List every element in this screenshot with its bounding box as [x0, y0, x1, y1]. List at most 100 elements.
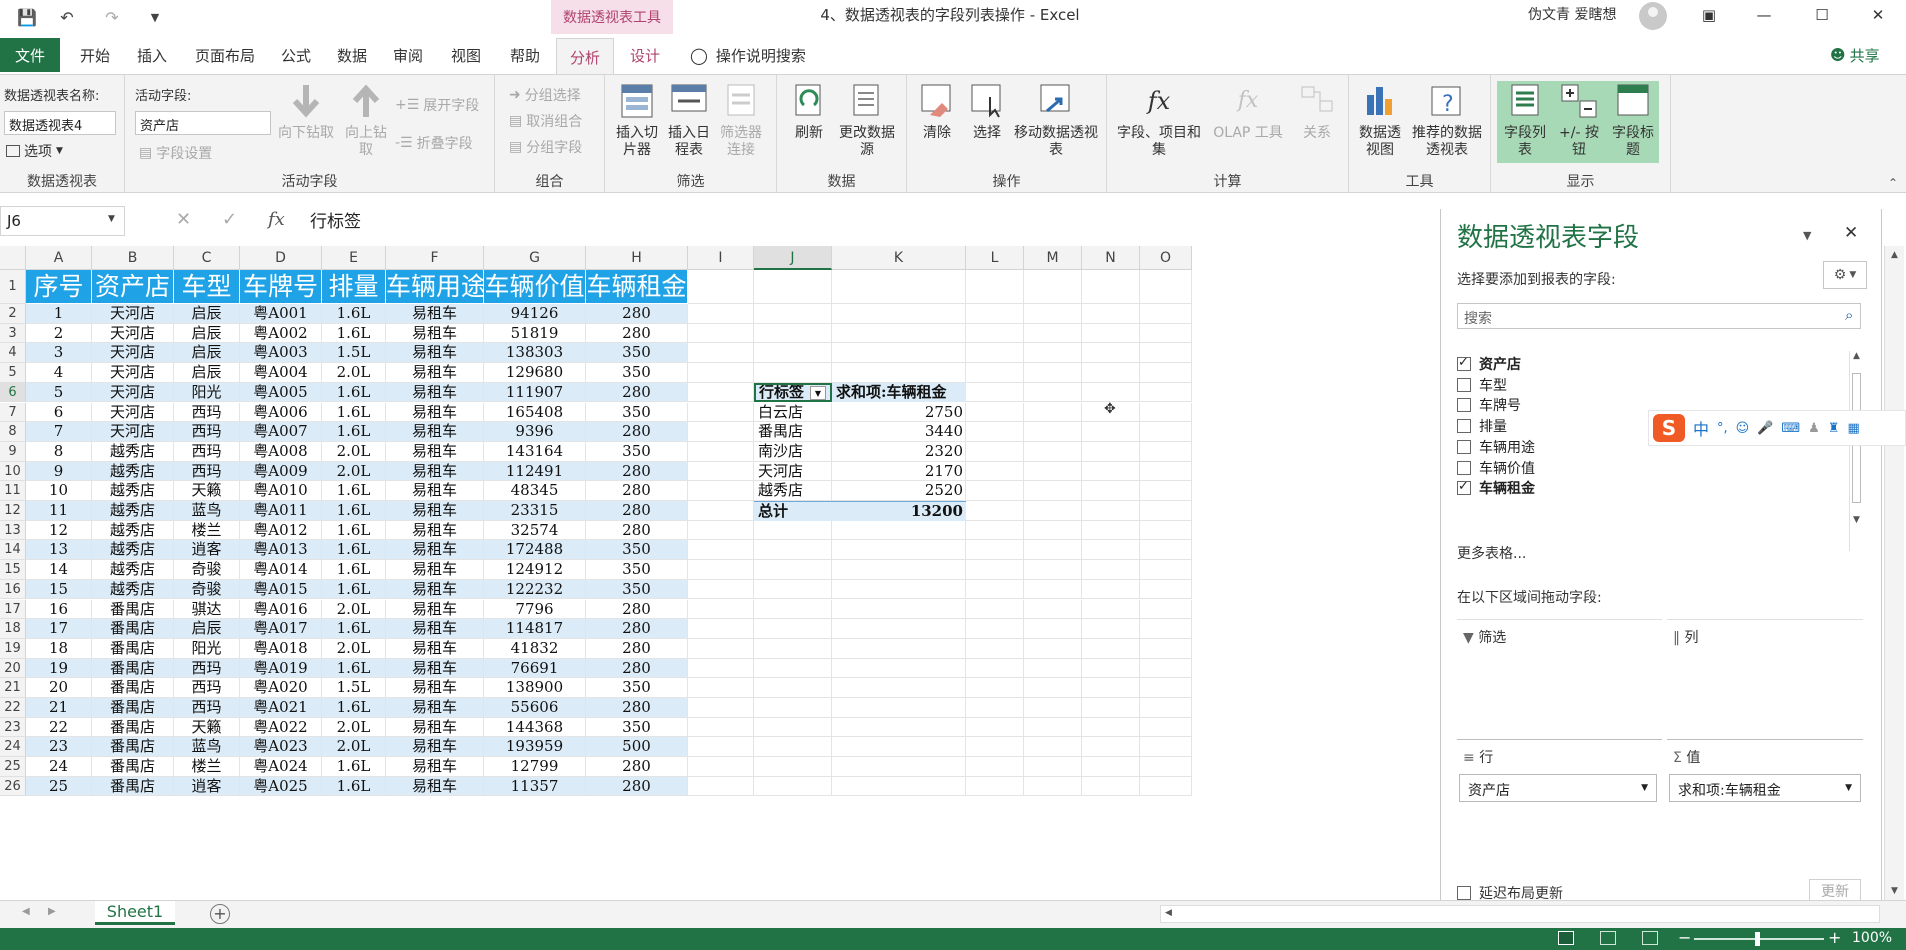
row-header[interactable]: 24 — [0, 737, 26, 758]
table-cell[interactable]: 易租车 — [386, 422, 484, 442]
table-cell[interactable]: 启辰 — [174, 323, 240, 344]
table-cell[interactable]: 1.6L — [322, 323, 386, 344]
table-cell[interactable]: 23315 — [484, 501, 586, 521]
field-list-button[interactable]: 字段列表 — [1501, 81, 1549, 159]
table-cell[interactable]: 启辰 — [174, 619, 240, 639]
table-cell[interactable]: 越秀店 — [92, 441, 174, 462]
empty-cell[interactable] — [1082, 343, 1140, 364]
empty-cell[interactable] — [966, 579, 1024, 600]
column-header[interactable]: C — [174, 246, 240, 270]
table-cell[interactable]: 1.6L — [322, 579, 386, 600]
table-cell[interactable]: 越秀店 — [92, 520, 174, 541]
empty-cell[interactable] — [1024, 461, 1082, 482]
row-header[interactable]: 20 — [0, 658, 26, 679]
chevron-down-icon[interactable]: ▼ — [1641, 783, 1648, 793]
table-cell[interactable]: 1.6L — [322, 501, 386, 521]
tab-home[interactable]: 开始 — [68, 38, 122, 72]
table-cell[interactable]: 粤A013 — [240, 540, 322, 561]
zoom-out-icon[interactable]: − — [1678, 928, 1691, 947]
prev-sheet-icon[interactable]: ◀ — [22, 906, 30, 917]
table-cell[interactable]: 4 — [26, 363, 92, 383]
table-cell[interactable]: 18 — [26, 638, 92, 659]
table-cell[interactable]: 易租车 — [386, 363, 484, 383]
table-cell[interactable]: 55606 — [484, 698, 586, 718]
empty-cell[interactable] — [966, 343, 1024, 364]
table-cell[interactable]: 1.6L — [322, 382, 386, 403]
table-cell[interactable]: 番禺店 — [92, 658, 174, 679]
defer-checkbox-box[interactable] — [1457, 886, 1471, 900]
empty-cell[interactable] — [1024, 619, 1082, 639]
field-item-6[interactable]: 车辆租金 — [1457, 477, 1535, 499]
empty-cell[interactable] — [1082, 638, 1140, 659]
empty-cell[interactable] — [1140, 698, 1192, 718]
table-cell[interactable]: 西玛 — [174, 402, 240, 423]
row-header[interactable]: 4 — [0, 343, 26, 364]
table-cell[interactable]: 5 — [26, 382, 92, 403]
row-header[interactable]: 16 — [0, 579, 26, 600]
empty-cell[interactable] — [966, 540, 1024, 561]
column-header[interactable]: M — [1024, 246, 1082, 270]
empty-cell[interactable] — [754, 560, 832, 580]
table-cell[interactable]: 112491 — [484, 461, 586, 482]
row-header[interactable]: 26 — [0, 776, 26, 797]
empty-cell[interactable] — [688, 481, 754, 501]
share-button[interactable]: ☻ 共享 — [1830, 40, 1880, 70]
empty-cell[interactable] — [832, 343, 966, 364]
empty-cell[interactable] — [688, 422, 754, 442]
table-cell[interactable]: 天河店 — [92, 363, 174, 383]
options-button[interactable]: 选项 ▼ — [6, 141, 63, 161]
formula-input[interactable]: 行标签 — [310, 207, 361, 232]
table-cell[interactable]: 天籁 — [174, 717, 240, 738]
table-cell[interactable]: 280 — [586, 323, 688, 344]
column-header[interactable]: K — [832, 246, 966, 270]
empty-cell[interactable] — [688, 270, 754, 304]
table-cell[interactable]: 易租车 — [386, 560, 484, 580]
empty-cell[interactable] — [688, 304, 754, 324]
empty-cell[interactable] — [688, 441, 754, 462]
row-header[interactable]: 19 — [0, 638, 26, 659]
empty-cell[interactable] — [966, 658, 1024, 679]
empty-cell[interactable] — [966, 323, 1024, 344]
row-header[interactable]: 23 — [0, 717, 26, 738]
table-cell[interactable]: 西玛 — [174, 461, 240, 482]
table-cell[interactable]: 2.0L — [322, 638, 386, 659]
table-cell[interactable]: 138303 — [484, 343, 586, 364]
empty-cell[interactable] — [1140, 599, 1192, 620]
row-header[interactable]: 13 — [0, 520, 26, 541]
table-cell[interactable]: 易租车 — [386, 599, 484, 620]
table-cell[interactable]: 骐达 — [174, 599, 240, 620]
empty-cell[interactable] — [688, 757, 754, 777]
pivot-row-label[interactable]: 越秀店 — [754, 481, 832, 501]
table-cell[interactable]: 粤A011 — [240, 501, 322, 521]
column-header[interactable]: A — [26, 246, 92, 270]
customize-qat-icon[interactable]: ▼ — [143, 5, 167, 29]
select-all-corner[interactable] — [0, 246, 26, 270]
table-cell[interactable]: 天籁 — [174, 481, 240, 501]
empty-cell[interactable] — [1024, 441, 1082, 462]
table-cell[interactable]: 粤A003 — [240, 343, 322, 364]
table-cell[interactable]: 番禺店 — [92, 717, 174, 738]
ime-skin-icon[interactable]: ♜ — [1828, 421, 1840, 436]
empty-cell[interactable] — [688, 776, 754, 797]
table-header-cell[interactable]: 车辆用途 — [386, 270, 484, 304]
table-cell[interactable]: 48345 — [484, 481, 586, 501]
empty-cell[interactable] — [1140, 776, 1192, 797]
table-cell[interactable]: 280 — [586, 757, 688, 777]
table-cell[interactable]: 1.6L — [322, 540, 386, 561]
empty-cell[interactable] — [688, 698, 754, 718]
table-cell[interactable]: 粤A010 — [240, 481, 322, 501]
row-header[interactable]: 7 — [0, 402, 26, 423]
empty-cell[interactable] — [754, 270, 832, 304]
ribbon-display-icon[interactable]: ▣ — [1689, 2, 1729, 28]
table-cell[interactable]: 350 — [586, 717, 688, 738]
table-cell[interactable]: 350 — [586, 402, 688, 423]
table-cell[interactable]: 15 — [26, 579, 92, 600]
pivot-value[interactable]: 3440 — [832, 422, 966, 442]
empty-cell[interactable] — [1140, 363, 1192, 383]
table-cell[interactable]: 111907 — [484, 382, 586, 403]
table-cell[interactable]: 天河店 — [92, 304, 174, 324]
empty-cell[interactable] — [1082, 481, 1140, 501]
column-header[interactable]: H — [586, 246, 688, 270]
table-cell[interactable]: 粤A021 — [240, 698, 322, 718]
table-cell[interactable]: 逍客 — [174, 540, 240, 561]
